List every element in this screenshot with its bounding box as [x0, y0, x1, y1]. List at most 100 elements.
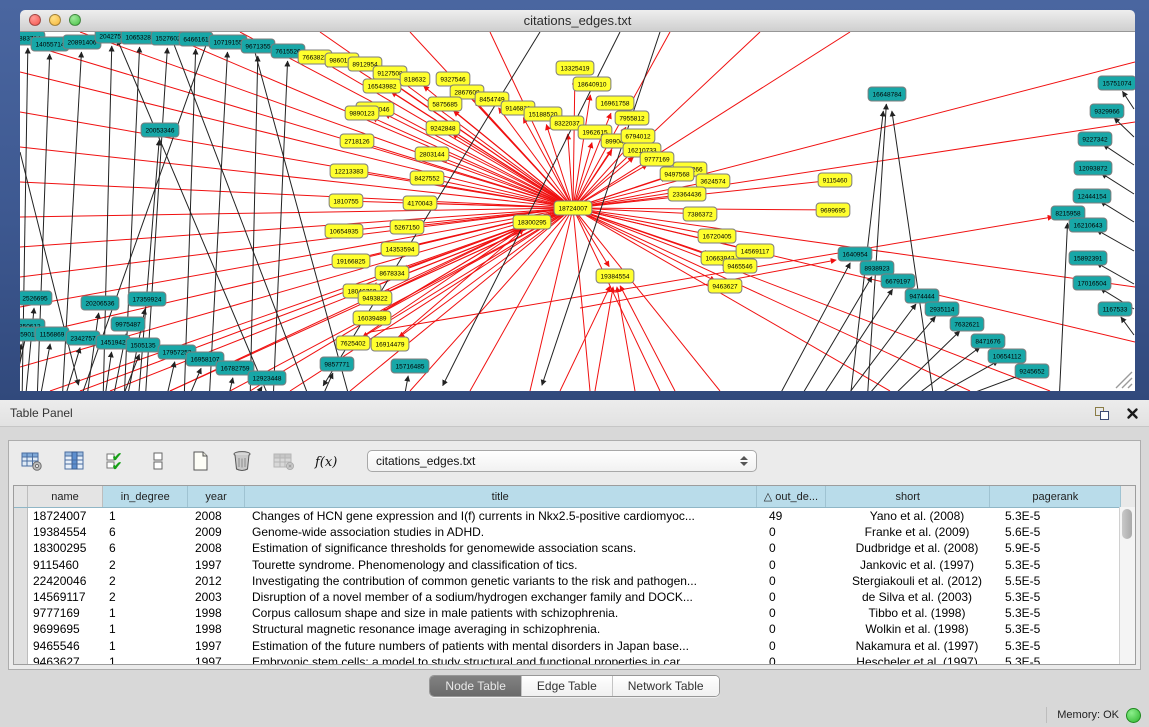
- network-node[interactable]: 6466161: [179, 32, 213, 46]
- table-row[interactable]: 977716911998Corpus callosum shape and si…: [14, 605, 1135, 621]
- network-node[interactable]: 17359924: [128, 292, 166, 306]
- network-node[interactable]: 9463627: [708, 279, 742, 293]
- network-node[interactable]: 18640910: [573, 77, 611, 91]
- table-row[interactable]: 946362711997Embryonic stem cells: a mode…: [14, 654, 1135, 665]
- network-node[interactable]: 16914479: [371, 337, 409, 351]
- table-row[interactable]: 2242004622012Investigating the contribut…: [14, 573, 1135, 589]
- create-new-column-button[interactable]: [185, 447, 215, 475]
- close-panel-icon[interactable]: [1126, 407, 1139, 420]
- network-node[interactable]: 5875685: [428, 97, 462, 111]
- delete-table-button[interactable]: [269, 447, 299, 475]
- network-node[interactable]: 7386372: [683, 207, 717, 221]
- table-row[interactable]: 911546021997Tourette syndrome. Phenomeno…: [14, 557, 1135, 573]
- network-node[interactable]: 12213383: [330, 164, 368, 178]
- network-node[interactable]: 6794012: [621, 129, 655, 143]
- column-header-short[interactable]: short: [826, 486, 990, 507]
- show-columns-button[interactable]: [59, 447, 89, 475]
- network-node[interactable]: 10654112: [988, 349, 1026, 363]
- network-node[interactable]: 818632: [400, 72, 430, 86]
- network-node[interactable]: 9777169: [640, 152, 674, 166]
- network-node[interactable]: 9327546: [436, 72, 470, 86]
- network-node[interactable]: 10654935: [325, 224, 363, 238]
- column-header-title[interactable]: title: [245, 486, 757, 507]
- tab-node-table[interactable]: Node Table: [430, 676, 521, 696]
- network-node[interactable]: 16543982: [363, 79, 401, 93]
- network-node[interactable]: 16720405: [698, 229, 736, 243]
- network-node[interactable]: 8678334: [375, 266, 409, 280]
- network-node[interactable]: 9699695: [816, 203, 850, 217]
- network-node[interactable]: 14569117: [736, 244, 774, 258]
- network-node[interactable]: 9245652: [1015, 364, 1049, 378]
- close-button[interactable]: [29, 14, 41, 26]
- network-node[interactable]: 1156869: [35, 327, 69, 341]
- network-node[interactable]: 12444154: [1073, 189, 1111, 203]
- network-node[interactable]: 6679197: [881, 274, 915, 288]
- network-node[interactable]: 1167533: [1098, 302, 1132, 316]
- table-row[interactable]: 1938455462009Genome-wide association stu…: [14, 524, 1135, 540]
- network-node[interactable]: 19384554: [596, 269, 634, 283]
- network-node[interactable]: 7625402: [336, 336, 370, 350]
- column-header-in_degree[interactable]: in_degree: [103, 486, 188, 507]
- network-node[interactable]: 1640954: [838, 247, 872, 261]
- column-header-year[interactable]: year: [188, 486, 244, 507]
- network-node[interactable]: 20053346: [141, 123, 179, 137]
- network-node[interactable]: 5267150: [390, 220, 424, 234]
- zoom-button[interactable]: [69, 14, 81, 26]
- deselect-all-rows-button[interactable]: [143, 447, 173, 475]
- network-node[interactable]: 1810755: [329, 194, 363, 208]
- minimize-button[interactable]: [49, 14, 61, 26]
- network-node[interactable]: 19166825: [332, 254, 370, 268]
- network-node[interactable]: 8427552: [410, 171, 444, 185]
- network-node[interactable]: 23364436: [668, 187, 706, 201]
- network-node[interactable]: 9474444: [905, 289, 939, 303]
- network-node[interactable]: 1451942: [96, 335, 130, 349]
- network-node[interactable]: 12923448: [248, 371, 286, 385]
- network-node[interactable]: 17016504: [1073, 276, 1111, 290]
- column-header-pagerank[interactable]: pagerank: [990, 486, 1121, 507]
- network-node[interactable]: 14353594: [381, 242, 419, 256]
- network-hub-node[interactable]: 18724007: [554, 201, 592, 215]
- network-node[interactable]: 7955812: [615, 111, 649, 125]
- network-node[interactable]: 9115460: [818, 173, 852, 187]
- network-node[interactable]: 9242848: [426, 121, 460, 135]
- network-node[interactable]: 9890123: [345, 106, 379, 120]
- network-node[interactable]: 9465546: [723, 259, 757, 273]
- vertical-scrollbar[interactable]: [1119, 507, 1135, 664]
- network-node[interactable]: 12093872: [1074, 161, 1112, 175]
- network-graph[interactable]: 1883704140557142089140620427541065328715…: [20, 32, 1135, 391]
- network-node[interactable]: 20206536: [81, 296, 119, 310]
- network-node[interactable]: 9671355: [241, 39, 275, 53]
- network-node[interactable]: 2935114: [925, 302, 959, 316]
- network-node[interactable]: 18300295: [513, 215, 551, 229]
- network-node[interactable]: 9975487: [111, 317, 145, 331]
- network-node[interactable]: 9227342: [1078, 132, 1112, 146]
- network-node[interactable]: 13325419: [556, 61, 594, 75]
- network-node[interactable]: 15716485: [391, 359, 429, 373]
- network-node[interactable]: 9493822: [358, 291, 392, 305]
- column-header-out_de[interactable]: △ out_de...: [757, 486, 826, 507]
- network-node[interactable]: 7632621: [950, 317, 984, 331]
- column-header-name[interactable]: name: [28, 486, 103, 507]
- table-row[interactable]: 1456911722003Disruption of a novel membe…: [14, 589, 1135, 605]
- scrollbar-thumb[interactable]: [1122, 509, 1132, 539]
- network-node[interactable]: 16039489: [353, 311, 391, 325]
- network-node[interactable]: 3624574: [696, 174, 730, 188]
- network-node[interactable]: 8938923: [860, 261, 894, 275]
- table-row[interactable]: 1830029562008Estimation of significance …: [14, 540, 1135, 556]
- network-node[interactable]: 15892391: [1069, 251, 1107, 265]
- network-node[interactable]: 4170043: [403, 196, 437, 210]
- table-row[interactable]: 946554611997Estimation of the future num…: [14, 638, 1135, 654]
- network-node[interactable]: 2718126: [340, 134, 374, 148]
- network-node[interactable]: 16210643: [1069, 218, 1107, 232]
- network-node[interactable]: 9329966: [1090, 104, 1124, 118]
- table-selector-dropdown[interactable]: citations_edges.txt: [367, 450, 757, 472]
- table-row[interactable]: 969969511998Structural magnetic resonanc…: [14, 621, 1135, 637]
- tab-edge-table[interactable]: Edge Table: [521, 676, 612, 696]
- table-mode-button[interactable]: [17, 447, 47, 475]
- network-node[interactable]: 2342757: [66, 331, 100, 345]
- network-node[interactable]: 1505135: [126, 338, 160, 352]
- select-all-rows-button[interactable]: ✔✔: [101, 447, 131, 475]
- network-canvas[interactable]: 1883704140557142089140620427541065328715…: [20, 32, 1135, 391]
- network-node[interactable]: 16648784: [868, 87, 906, 101]
- network-node[interactable]: 16961758: [596, 96, 634, 110]
